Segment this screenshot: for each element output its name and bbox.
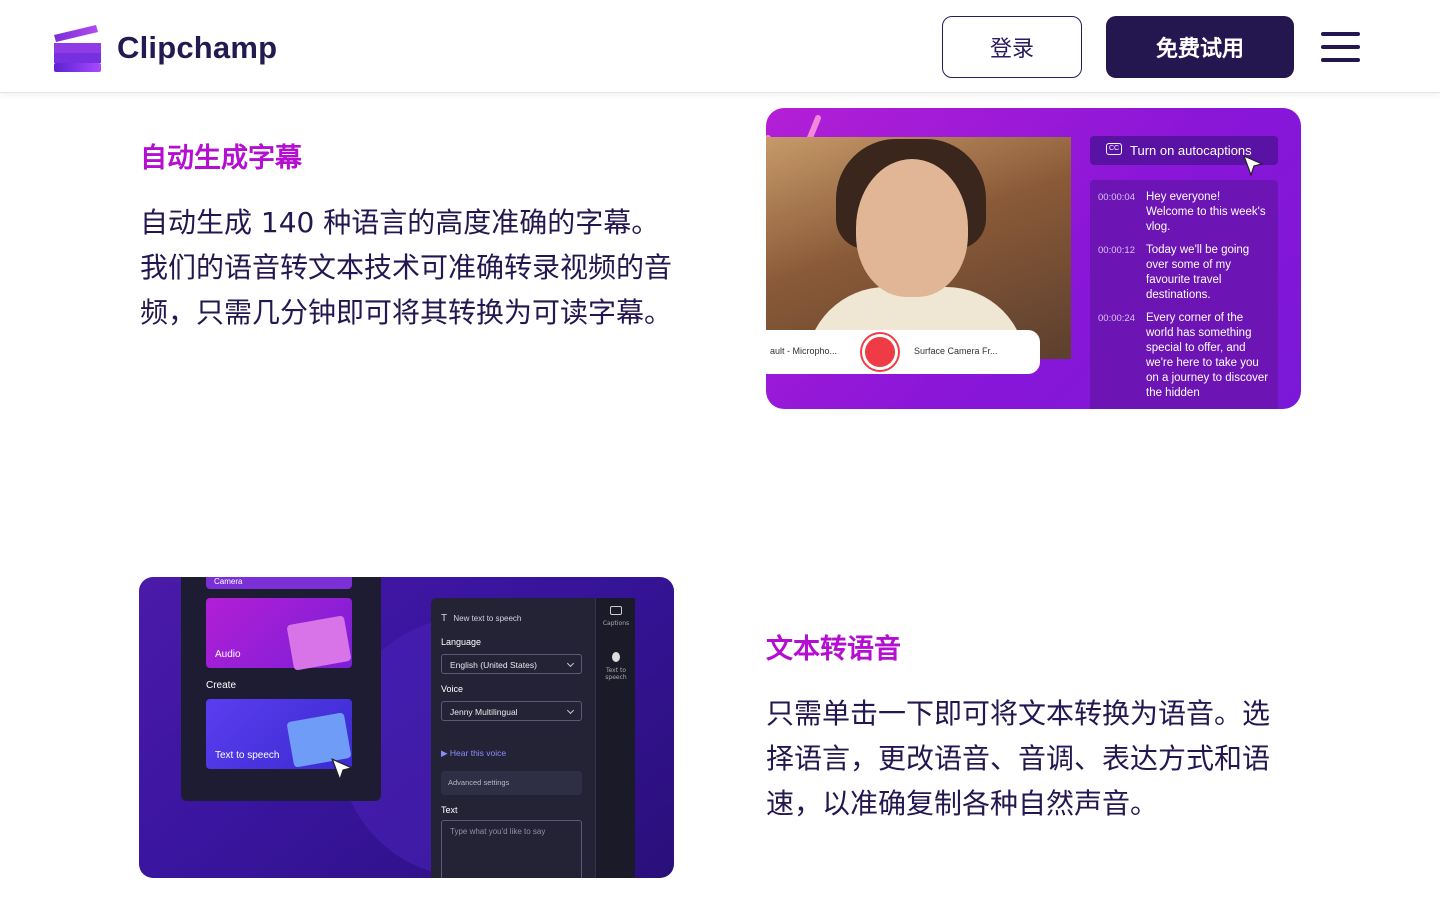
audio-card[interactable]: Audio [206,598,352,671]
language-value: English (United States) [450,660,537,670]
voice-label: Voice [441,684,464,694]
chevron-down-icon [566,706,575,715]
captions-transcript-panel: 00:00:04 Hey everyone! Welcome to this w… [1090,180,1278,409]
voice-select[interactable]: Jenny Multilingual [441,701,582,721]
autocaptions-heading: 自动生成字幕 [140,143,302,174]
play-icon: ▶ [441,748,448,758]
caption-entry: 00:00:04 Hey everyone! Welcome to this w… [1098,190,1270,235]
caption-timestamp: 00:00:24 [1098,313,1135,324]
brand-name: Clipchamp [117,30,278,65]
tts-panel-header: T New text to speech [441,613,521,624]
tts-panel-title: New text to speech [453,614,522,623]
login-button[interactable]: 登录 [942,16,1082,78]
closed-captions-icon: CC [1106,143,1122,155]
record-button[interactable] [862,334,898,370]
captions-tool[interactable]: Captions [596,606,636,627]
text-to-speech-tool[interactable]: Text to speech [596,652,636,681]
microphone-icon [286,615,352,671]
text-t-icon: T [441,613,448,624]
text-to-speech-image: Camera Audio Create Text to speech T New… [139,577,674,878]
microphone-select[interactable]: ault - Micropho... [770,346,837,356]
caption-timestamp: 00:00:12 [1098,245,1135,256]
text-label: Text [441,805,458,815]
media-sidebar: Camera Audio Create Text to speech [181,577,381,801]
caption-timestamp: 00:00:04 [1098,192,1135,203]
tts-heading: 文本转语音 [766,634,901,665]
caption-text: Every corner of the world has something … [1146,312,1269,399]
tts-text-input[interactable]: Type what you'd like to say [441,820,582,878]
video-preview [766,137,1071,359]
voice-value: Jenny Multilingual [450,707,518,717]
advanced-settings-toggle[interactable]: Advanced settings [441,771,582,795]
autocaptions-label: Turn on autocaptions [1130,143,1252,158]
tts-card-label: Text to speech [215,750,280,761]
caption-text: Today we'll be going over some of my fav… [1146,244,1250,301]
free-trial-button[interactable]: 免费试用 [1106,16,1294,78]
side-tool-strip: Captions Text to speech [595,598,635,878]
create-heading: Create [206,680,237,691]
tts-description: 只需单击一下即可将文本转换为语音。选择语言，更改语音、音调、表达方式和语速，以准… [766,697,1271,820]
audio-card-label: Audio [215,649,241,660]
camera-select[interactable]: Surface Camera Fr... [914,346,998,356]
chevron-down-icon [566,659,575,668]
closed-captions-icon [610,606,622,615]
cursor-arrow-icon [331,757,354,782]
autocaptions-image: ault - Micropho... Surface Camera Fr... … [766,108,1301,409]
camera-card[interactable]: Camera [206,577,352,589]
recording-toolbar: ault - Micropho... Surface Camera Fr... [766,330,1040,374]
caption-text: Hey everyone! Welcome to this week's vlo… [1146,191,1266,233]
autocaptions-description: 自动生成 140 种语言的高度准确的字幕。 我们的语音转文本技术可准确转录视频的… [140,206,673,329]
cursor-arrow-icon [1242,154,1264,177]
language-select[interactable]: English (United States) [441,654,582,674]
clipchamp-logo[interactable]: Clipchamp [52,22,277,74]
site-header: Clipchamp 登录 免费试用 [0,0,1440,93]
clipchamp-logo-icon [52,23,102,73]
caption-entry: 00:00:24 Every corner of the world has s… [1098,311,1270,401]
hear-voice-link[interactable]: ▶ Hear this voice [441,748,506,759]
caption-entry: 00:00:12 Today we'll be going over some … [1098,243,1270,303]
hamburger-menu-icon[interactable] [1318,28,1364,66]
language-label: Language [441,637,482,647]
speech-icon [612,652,620,662]
tts-card[interactable]: Text to speech [206,699,354,782]
